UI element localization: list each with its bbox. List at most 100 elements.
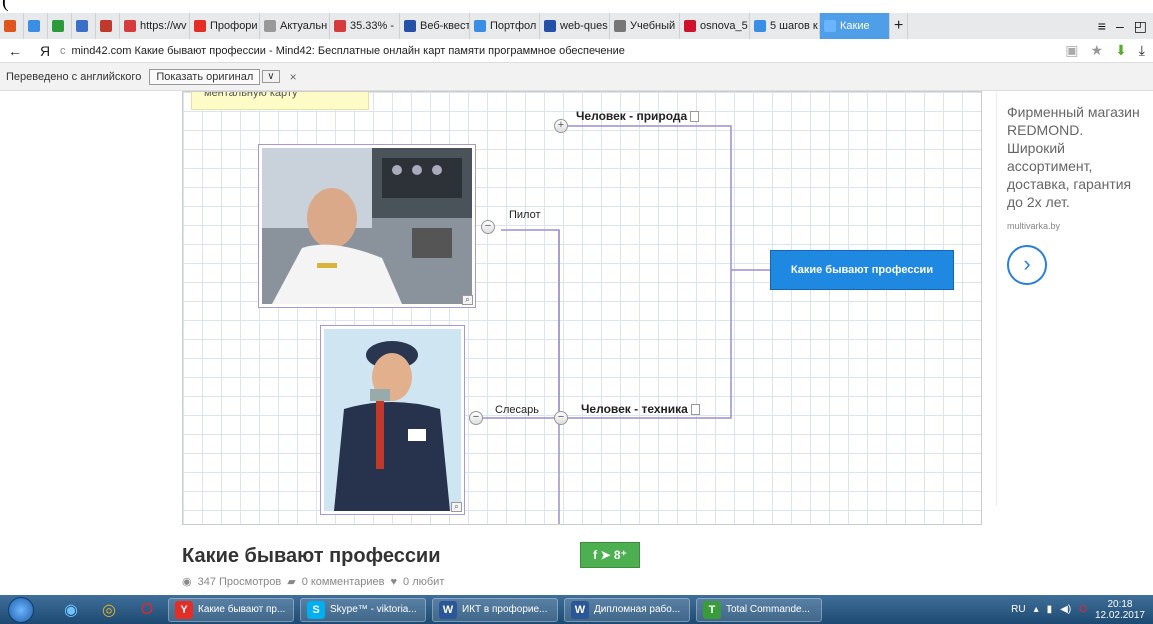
taskbar-item[interactable]: W Дипломная рабо... bbox=[564, 597, 690, 622]
tab-label: Учебный bbox=[630, 20, 676, 32]
locksmith-label[interactable]: Слесарь bbox=[495, 404, 539, 416]
browser-tab[interactable]: Учебный bbox=[610, 13, 680, 39]
comments-count[interactable]: 0 комментариев bbox=[302, 576, 385, 588]
translation-bar: Переведено с английского Показать оригин… bbox=[0, 63, 1153, 91]
browser-tab-bar: https://wv Профори Актуальн 35.33% - Веб-кве… bbox=[0, 13, 1153, 39]
collapse-toggle-icon[interactable]: − bbox=[469, 411, 483, 425]
tab-favicon-icon bbox=[824, 20, 836, 32]
translation-label: Переведено с английского bbox=[6, 70, 142, 83]
browser-tab[interactable]: web-ques bbox=[540, 13, 610, 39]
browser-tab[interactable] bbox=[96, 13, 120, 39]
window-controls: ≡ – ◰ bbox=[1098, 18, 1153, 35]
language-indicator[interactable]: RU bbox=[1011, 604, 1025, 615]
tab-favicon-icon bbox=[264, 20, 276, 32]
taskbar-item[interactable]: S Skype™ - viktoria... bbox=[300, 597, 426, 622]
taskbar-app-icon: S bbox=[307, 600, 325, 619]
browser-tab[interactable] bbox=[72, 13, 96, 39]
tab-favicon-icon bbox=[76, 20, 88, 32]
browser-tab[interactable] bbox=[24, 13, 48, 39]
start-button[interactable] bbox=[8, 596, 34, 623]
show-original-button[interactable]: Показать оригинал bbox=[149, 68, 261, 85]
tab-favicon-icon bbox=[684, 20, 696, 32]
tab-favicon-icon bbox=[28, 20, 40, 32]
tab-favicon-icon bbox=[614, 20, 626, 32]
taskbar-item[interactable]: T Total Commande... bbox=[696, 597, 822, 622]
close-translation-icon[interactable]: × bbox=[290, 70, 297, 84]
browser-tab[interactable]: Актуальн bbox=[260, 13, 330, 39]
ad-next-icon[interactable]: › bbox=[1007, 245, 1047, 285]
reload-icon[interactable]: c bbox=[60, 45, 66, 57]
zoom-icon[interactable]: ⌕ bbox=[451, 502, 462, 512]
taskbar-item[interactable]: Y Какие бывают пр... bbox=[168, 597, 294, 622]
browser-tab[interactable]: Портфол bbox=[470, 13, 540, 39]
tab-label: web-ques bbox=[560, 20, 608, 32]
page-title: Какие бывают профессии bbox=[182, 545, 441, 567]
signal-icon[interactable]: ▮ bbox=[1047, 604, 1053, 615]
tab-manager-icon[interactable]: ▣ bbox=[1065, 42, 1078, 59]
views-icon: ◉ bbox=[182, 576, 192, 588]
download-icon[interactable]: ⬇ bbox=[1115, 42, 1127, 59]
expand-toggle-icon[interactable]: + bbox=[554, 119, 568, 133]
browser-tab[interactable] bbox=[0, 13, 24, 39]
browser-tab[interactable]: Веб-квест bbox=[400, 13, 470, 39]
menu-icon[interactable]: ≡ bbox=[1098, 18, 1106, 35]
new-tab-button[interactable]: + bbox=[890, 13, 909, 39]
tab-favicon-icon bbox=[754, 20, 766, 32]
back-button[interactable]: ← bbox=[0, 43, 30, 59]
ad-panel[interactable]: Фирменный магазин REDMOND. Широкий ассор… bbox=[996, 91, 1153, 506]
tab-favicon-icon bbox=[544, 20, 556, 32]
share-button[interactable]: f ➤ 8⁺ bbox=[580, 542, 640, 568]
clock-time: 20:18 bbox=[1107, 598, 1133, 610]
translation-dropdown[interactable]: ∨ bbox=[262, 70, 280, 83]
browser-tab[interactable]: https://wv bbox=[120, 13, 190, 39]
collapse-toggle-icon[interactable]: − bbox=[481, 220, 495, 234]
pilot-photo[interactable]: ⌕ bbox=[258, 144, 476, 308]
clock-date: 12.02.2017 bbox=[1094, 609, 1145, 621]
opera-pinned-icon[interactable]: O bbox=[132, 598, 162, 622]
browser-tab[interactable] bbox=[48, 13, 72, 39]
maximize-icon[interactable]: ◰ bbox=[1134, 18, 1147, 35]
yandex-logo[interactable]: Я bbox=[30, 43, 60, 59]
taskbar-item-label: Какие бывают пр... bbox=[198, 604, 286, 615]
windows-taskbar: ◉ ◎ O Y Какие бывают пр... S Skype™ - vikto… bbox=[0, 595, 1153, 624]
central-node[interactable]: Какие бывают профессии bbox=[770, 250, 954, 290]
mind-map-canvas[interactable]: ментальную карту ⌕ ⌕ Пилот Слесарь Челов… bbox=[182, 91, 982, 525]
note-icon[interactable] bbox=[690, 111, 700, 122]
views-count: 347 Просмотров bbox=[197, 575, 282, 588]
taskbar-item-label: Skype™ - viktoria... bbox=[330, 604, 417, 615]
tab-label: 5 шагов к bbox=[770, 20, 818, 32]
minimize-icon[interactable]: – bbox=[1116, 18, 1124, 35]
note-icon[interactable] bbox=[690, 404, 700, 415]
opera-tray-icon[interactable]: O bbox=[1079, 604, 1087, 615]
ad-text[interactable]: Фирменный магазин REDMOND. Широкий ассор… bbox=[1007, 103, 1143, 211]
zoom-icon[interactable]: ⌕ bbox=[462, 295, 473, 305]
locksmith-photo[interactable]: ⌕ bbox=[320, 325, 465, 515]
node-tech[interactable]: Человек - техника bbox=[581, 402, 700, 416]
browser-tab[interactable]: Какие bbox=[820, 13, 890, 39]
tab-favicon-icon bbox=[100, 20, 112, 32]
ad-source[interactable]: multivarka.by bbox=[1007, 221, 1143, 231]
likes-count[interactable]: 0 любит bbox=[403, 576, 444, 588]
download-arrow-icon[interactable]: ⤓ bbox=[1139, 42, 1145, 59]
browser-tab[interactable]: osnova_5 bbox=[680, 13, 750, 39]
tab-label: Портфол bbox=[490, 20, 537, 32]
browser-tab[interactable]: Профори bbox=[190, 13, 260, 39]
address-bar: ← Я c mind42.com Какие бывают профессии … bbox=[0, 39, 1153, 63]
bookmark-star-icon[interactable]: ★ bbox=[1091, 42, 1104, 59]
browser-tab[interactable]: 5 шагов к bbox=[750, 13, 820, 39]
node-nature[interactable]: Человек - природа bbox=[576, 109, 700, 123]
tab-favicon-icon bbox=[404, 20, 416, 32]
chrome-pinned-icon[interactable]: ◎ bbox=[94, 598, 124, 622]
ie-pinned-icon[interactable]: ◉ bbox=[56, 598, 86, 622]
collapse-toggle-icon[interactable]: − bbox=[554, 411, 568, 425]
pilot-label[interactable]: Пилот bbox=[509, 209, 541, 221]
volume-icon[interactable]: ◀) bbox=[1060, 604, 1071, 615]
url-field[interactable]: mind42.com Какие бывают профессии - Mind… bbox=[72, 45, 625, 57]
taskbar-app-icon: W bbox=[571, 600, 589, 619]
taskbar-item[interactable]: W ИКТ в профорие... bbox=[432, 597, 558, 622]
browser-tab[interactable]: 35.33% - bbox=[330, 13, 400, 39]
tray-arrow-icon[interactable]: ▴ bbox=[1034, 604, 1039, 615]
clock[interactable]: 20:18 12.02.2017 bbox=[1095, 599, 1145, 621]
likes-icon: ♥ bbox=[390, 575, 398, 588]
tab-favicon-icon bbox=[334, 20, 346, 32]
